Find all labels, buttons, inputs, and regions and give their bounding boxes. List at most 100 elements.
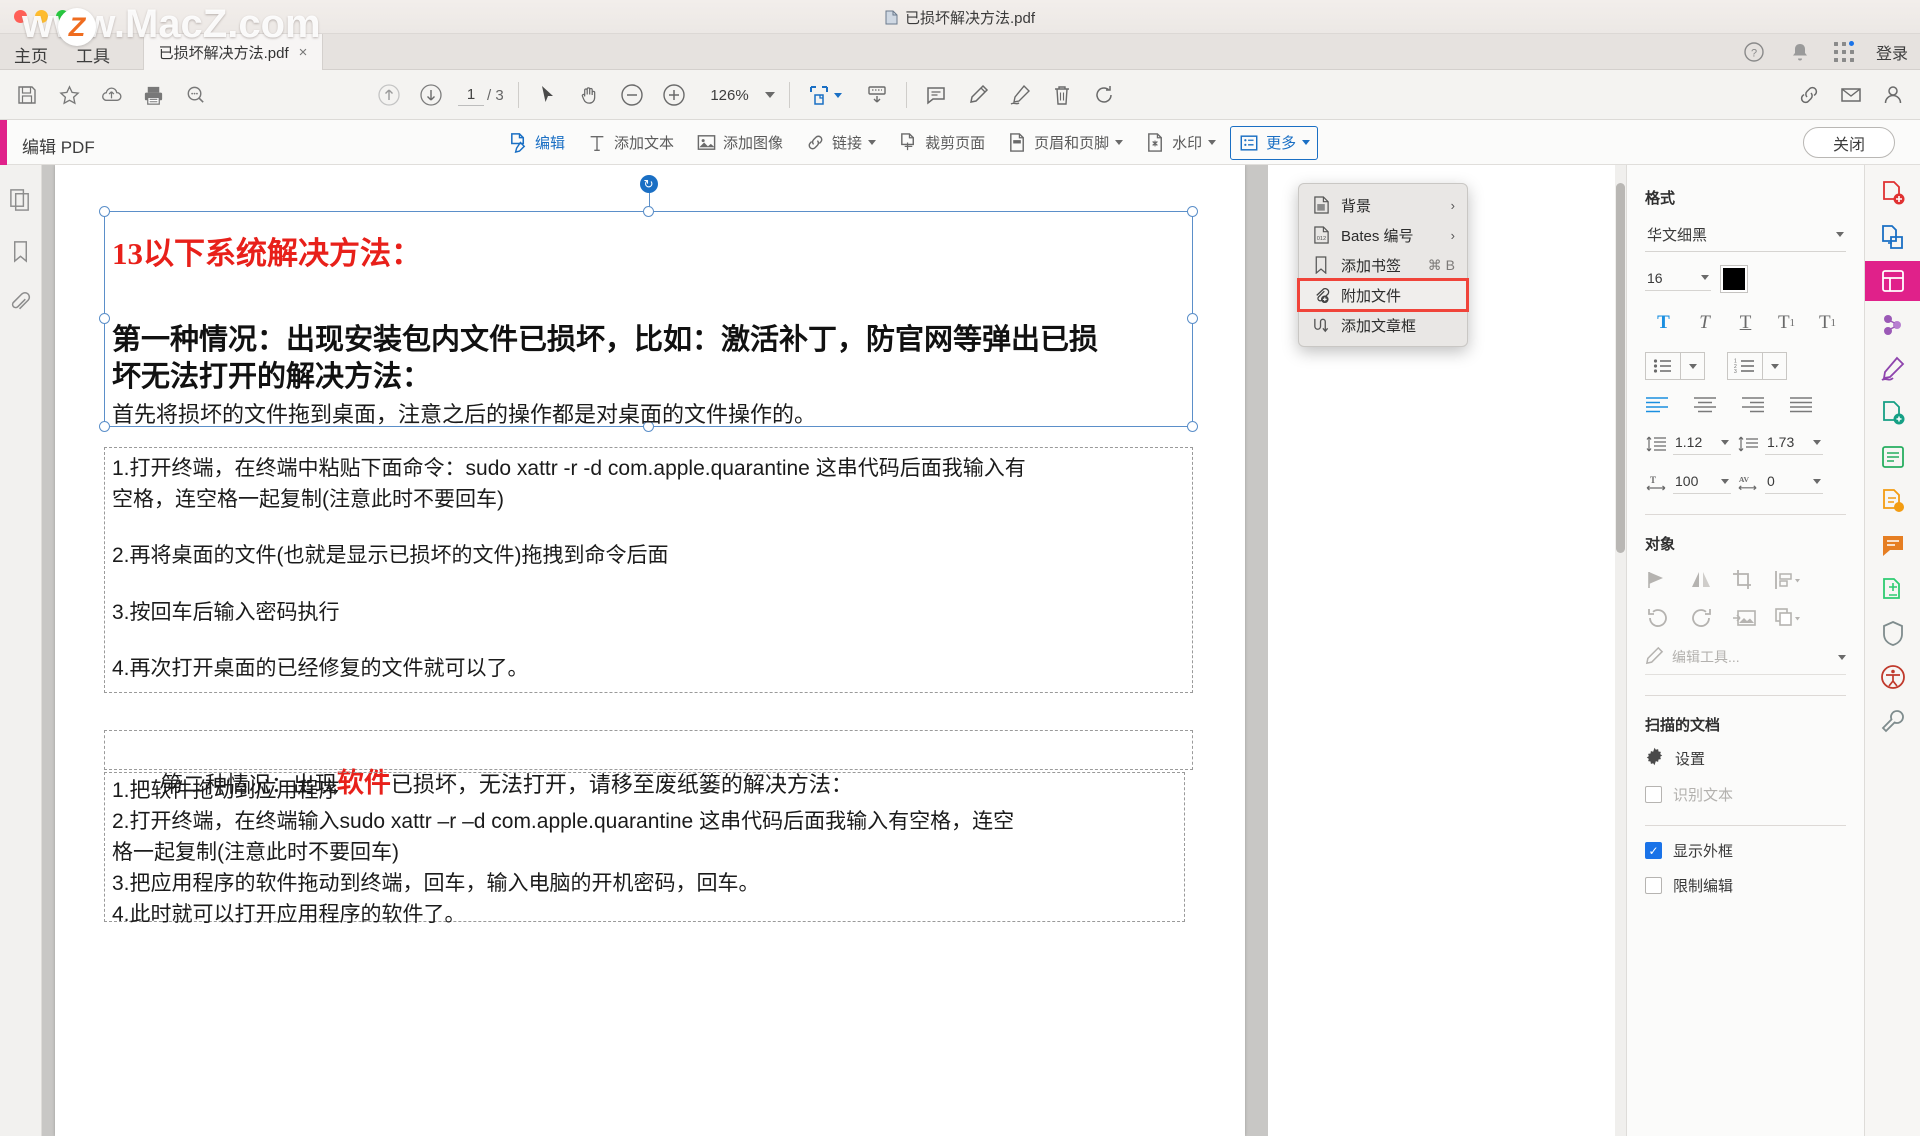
italic-icon[interactable]: T — [1686, 308, 1723, 338]
edit-tool-button[interactable]: 编辑 — [500, 127, 572, 159]
close-tab-icon[interactable]: × — [299, 44, 308, 61]
thumbnails-icon[interactable] — [8, 187, 34, 213]
share-link-icon[interactable] — [1788, 74, 1830, 116]
align-center-icon[interactable] — [1693, 396, 1719, 416]
doc-block1-line3[interactable]: 2.再将桌面的文件(也就是显示已损坏的文件)拖拽到命令后面 — [112, 540, 669, 571]
account-icon[interactable] — [1872, 74, 1914, 116]
replace-image-icon[interactable] — [1731, 606, 1757, 630]
chevron-down-icon-layout[interactable] — [834, 93, 842, 98]
page-indicator[interactable]: 1 / 3 — [458, 84, 504, 106]
scrollbar-thumb[interactable] — [1616, 183, 1625, 553]
restrict-edit-checkbox[interactable] — [1645, 877, 1662, 894]
bookmark-icon[interactable] — [8, 239, 34, 265]
doc-sub-line[interactable]: 首先将损坏的文件拖到桌面，注意之后的操作都是对桌面的文件操作的。 — [112, 400, 816, 430]
document-viewport[interactable]: ↻ 13以下系统解决方法： 第一种情况：出现安装包内文件已损坏，比如：激活补丁，… — [42, 165, 1268, 1136]
rotate-left-icon[interactable] — [1645, 606, 1671, 630]
char-width-control[interactable]: T 100 — [1645, 471, 1731, 494]
shield-icon[interactable] — [1873, 613, 1913, 653]
doc-block2-line3[interactable]: 格一起复制(注意此时不要回车) — [112, 837, 399, 868]
sign-icon[interactable] — [1873, 349, 1913, 389]
select-cursor-icon[interactable] — [527, 74, 569, 116]
tools-icon[interactable] — [1873, 701, 1913, 741]
chevron-down-icon-edit-tool[interactable] — [1838, 655, 1846, 660]
bullet-list-button[interactable] — [1645, 352, 1705, 380]
add-image-button[interactable]: 添加图像 — [688, 127, 790, 159]
menu-item-attach-file[interactable]: 附加文件 — [1299, 280, 1467, 310]
paragraph-spacing-control[interactable]: 1.73 — [1737, 432, 1823, 455]
menu-item-add-article-box[interactable]: 添加文章框 — [1299, 310, 1467, 340]
header-footer-button[interactable]: 页眉和页脚 — [999, 127, 1130, 159]
chevron-down-icon-more[interactable] — [1302, 140, 1310, 145]
more-button[interactable]: 更多 — [1230, 126, 1318, 160]
chevron-down-icon-line-spacing[interactable] — [1721, 440, 1729, 445]
scroll-mode-icon[interactable] — [856, 74, 898, 116]
doc-block1-line5[interactable]: 4.再次打开桌面的已经修复的文件就可以了。 — [112, 653, 529, 684]
rotate-handle[interactable]: ↻ — [640, 175, 658, 193]
chevron-down-icon-font[interactable] — [1836, 232, 1844, 237]
compress-icon[interactable] — [1873, 569, 1913, 609]
delete-icon[interactable] — [1041, 74, 1083, 116]
doc-heading-line1[interactable]: 第一种情况：出现安装包内文件已损坏，比如：激活补丁，防官网等弹出已损 — [112, 322, 1098, 359]
char-width-select[interactable]: 100 — [1673, 471, 1731, 494]
menu-tools[interactable]: 工具 — [76, 42, 110, 67]
font-color-swatch[interactable] — [1721, 266, 1747, 292]
signature-icon[interactable] — [999, 74, 1041, 116]
numbered-list-button[interactable]: 123 — [1727, 352, 1787, 380]
current-page-input[interactable]: 1 — [458, 84, 484, 106]
edit-tool-field[interactable]: 编辑工具... — [1645, 646, 1846, 675]
scan-settings-row[interactable]: 设置 — [1645, 747, 1846, 770]
help-icon[interactable]: ? — [1742, 40, 1766, 64]
flip-vertical-icon[interactable] — [1645, 568, 1671, 592]
page-down-icon[interactable] — [410, 74, 452, 116]
show-outline-row[interactable]: ✓ 显示外框 — [1645, 840, 1846, 861]
arrange-icon[interactable] — [1774, 606, 1800, 630]
chevron-down-icon[interactable] — [765, 92, 775, 98]
menu-item-background[interactable]: 背景 › — [1299, 190, 1467, 220]
line-spacing-select[interactable]: 1.12 — [1673, 432, 1731, 455]
font-size-select[interactable]: 16 — [1645, 268, 1711, 291]
chevron-down-icon-size[interactable] — [1701, 275, 1709, 280]
paragraph-spacing-select[interactable]: 1.73 — [1765, 432, 1823, 455]
superscript-icon[interactable]: T1 — [1768, 308, 1805, 338]
save-icon[interactable] — [6, 74, 48, 116]
doc-block2-line5[interactable]: 4.此时就可以打开应用程序的软件了。 — [112, 899, 466, 930]
zoom-out-icon[interactable] — [611, 74, 653, 116]
numbered-list-dropdown[interactable] — [1762, 353, 1786, 379]
comment-icon-rail[interactable] — [1873, 525, 1913, 565]
align-objects-icon[interactable] — [1774, 568, 1800, 592]
bullet-list-dropdown[interactable] — [1680, 353, 1704, 379]
document-scrollbar[interactable] — [1615, 165, 1626, 1136]
align-left-icon[interactable] — [1645, 396, 1671, 416]
cloud-upload-icon[interactable] — [90, 74, 132, 116]
doc-block1-line2[interactable]: 空格，连空格一起复制(注意此时不要回车) — [112, 484, 504, 515]
menu-home[interactable]: 主页 — [14, 42, 48, 67]
apps-grid-icon[interactable] — [1834, 42, 1854, 62]
watermark-button[interactable]: 水印 — [1137, 127, 1223, 159]
document-tab[interactable]: 已损坏解决方法.pdf × — [143, 34, 323, 70]
zoom-in-icon[interactable] — [653, 74, 695, 116]
edit-pdf-icon-rail[interactable] — [1865, 261, 1920, 301]
email-icon[interactable] — [1830, 74, 1872, 116]
resize-handle-tc[interactable] — [643, 206, 654, 217]
ocr-icon[interactable] — [1873, 481, 1913, 521]
crop-icon[interactable] — [1731, 568, 1757, 592]
pdf-page[interactable]: ↻ 13以下系统解决方法： 第一种情况：出现安装包内文件已损坏，比如：激活补丁，… — [55, 165, 1245, 1136]
char-spacing-select[interactable]: 0 — [1765, 471, 1823, 494]
align-justify-icon[interactable] — [1789, 396, 1815, 416]
doc-block1-line4[interactable]: 3.按回车后输入密码执行 — [112, 597, 340, 628]
subscript-icon[interactable]: T1 — [1809, 308, 1846, 338]
resize-handle-ml[interactable] — [99, 313, 110, 324]
login-button[interactable]: 登录 — [1876, 40, 1908, 64]
underline-icon[interactable]: T — [1727, 308, 1764, 338]
char-spacing-control[interactable]: AV 0 — [1737, 471, 1823, 494]
chevron-down-icon-char-spacing[interactable] — [1813, 479, 1821, 484]
accessibility-icon[interactable] — [1873, 657, 1913, 697]
resize-handle-br[interactable] — [1187, 421, 1198, 432]
doc-block2-line4[interactable]: 3.把应用程序的软件拖动到终端，回车，输入电脑的开机密码，回车。 — [112, 868, 760, 899]
comment-icon[interactable] — [915, 74, 957, 116]
recognize-text-checkbox[interactable] — [1645, 786, 1662, 803]
chevron-down-icon-para-spacing[interactable] — [1813, 440, 1821, 445]
menu-item-add-bookmark[interactable]: 添加书签 ⌘ B — [1299, 250, 1467, 280]
add-text-button[interactable]: 添加文本 — [579, 127, 681, 159]
doc-block2-line2[interactable]: 2.打开终端，在终端输入sudo xattr –r –d com.apple.q… — [112, 806, 1014, 837]
